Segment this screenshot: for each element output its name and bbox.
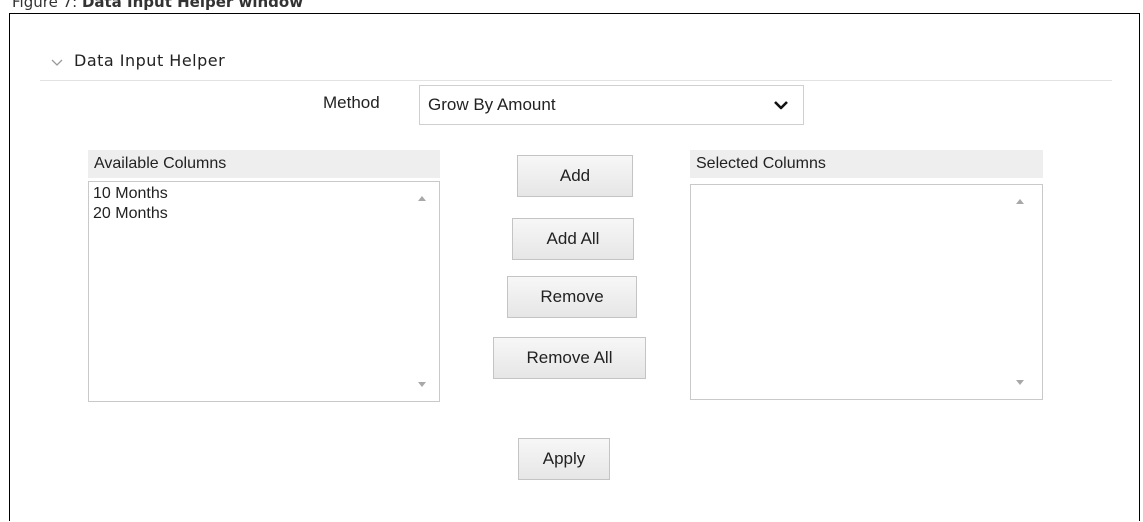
scroll-down-icon[interactable]: [418, 382, 426, 387]
caption-prefix: Figure 7:: [12, 0, 82, 11]
chevron-down-icon[interactable]: [50, 56, 64, 70]
method-label: Method: [323, 93, 380, 112]
chevron-down-icon: [774, 101, 788, 110]
figure-caption: Figure 7: Data Input Helper window: [12, 0, 303, 11]
list-item[interactable]: 20 Months: [89, 204, 168, 224]
selected-columns-header: Selected Columns: [690, 150, 1043, 178]
available-columns-header: Available Columns: [88, 150, 440, 178]
remove-button[interactable]: Remove: [507, 276, 637, 318]
method-selected-value: Grow By Amount: [428, 95, 556, 114]
remove-all-button[interactable]: Remove All: [493, 337, 646, 379]
scroll-up-icon[interactable]: [418, 196, 426, 201]
add-all-button[interactable]: Add All: [512, 218, 634, 260]
available-columns-list[interactable]: 10 Months 20 Months: [88, 181, 440, 402]
selected-columns-list[interactable]: [690, 184, 1043, 400]
scroll-down-icon[interactable]: [1016, 380, 1024, 385]
apply-button[interactable]: Apply: [518, 438, 610, 480]
section-header[interactable]: Data Input Helper: [50, 48, 225, 72]
caption-title: Data Input Helper window: [81, 0, 304, 11]
list-item[interactable]: 10 Months: [89, 184, 168, 204]
add-button[interactable]: Add: [517, 155, 633, 197]
method-dropdown[interactable]: Grow By Amount: [419, 85, 804, 125]
scroll-up-icon[interactable]: [1016, 199, 1024, 204]
section-title: Data Input Helper: [74, 50, 226, 70]
section-divider: [40, 80, 1112, 81]
available-columns-items: 10 Months 20 Months: [89, 184, 168, 224]
